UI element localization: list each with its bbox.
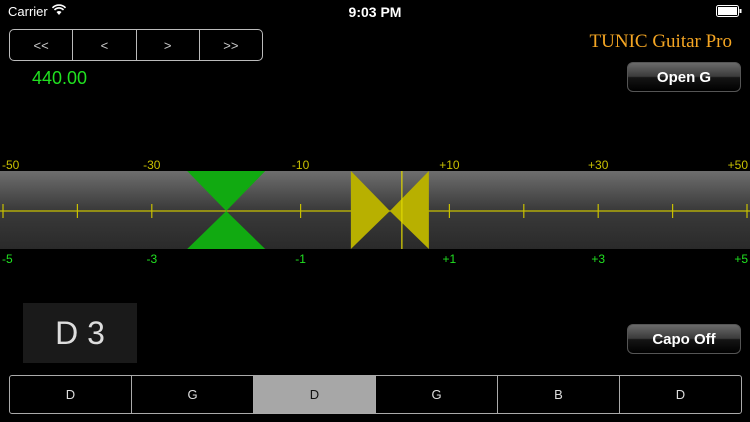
meter-bottom-label: +1 — [443, 252, 457, 266]
meter-top-label: +30 — [588, 158, 609, 172]
meter-bottom-label: +3 — [591, 252, 605, 266]
battery-icon — [716, 5, 742, 17]
detected-note: D 3 — [23, 303, 137, 363]
meter-top-label: +50 — [728, 158, 749, 172]
tuning-button[interactable]: Open G — [627, 62, 741, 92]
string-tab-6[interactable]: D — [620, 376, 741, 413]
clock: 9:03 PM — [348, 4, 402, 20]
meter-bottom-label: -3 — [146, 252, 157, 266]
note-navigation: << < > >> — [9, 29, 263, 61]
capo-button[interactable]: Capo Off — [627, 324, 741, 354]
meter-bottom-label: -1 — [295, 252, 306, 266]
meter-top-label: -10 — [292, 158, 310, 172]
meter-top-label: +10 — [439, 158, 460, 172]
previous-button[interactable]: < — [73, 30, 137, 60]
status-bar: Carrier 9:03 PM — [0, 0, 750, 24]
last-button[interactable]: >> — [200, 30, 262, 60]
meter-top-label: -50 — [2, 158, 20, 172]
meter-bottom-label: -5 — [2, 252, 13, 266]
string-selector: D G D G B D — [9, 375, 742, 414]
meter-bottom-label: +5 — [734, 252, 748, 266]
meter-top-label: -30 — [143, 158, 161, 172]
reference-frequency[interactable]: 440.00 — [32, 68, 87, 89]
tuning-meter: -50 -30 -10 +10 +30 +50 -5 -3 -1 +1 +3 +5 — [0, 158, 750, 266]
string-tab-3[interactable]: D — [254, 376, 376, 413]
string-tab-4[interactable]: G — [376, 376, 498, 413]
string-tab-5[interactable]: B — [498, 376, 620, 413]
next-button[interactable]: > — [137, 30, 200, 60]
string-tab-1[interactable]: D — [10, 376, 132, 413]
app-title: TUNIC Guitar Pro — [589, 31, 732, 52]
first-button[interactable]: << — [10, 30, 74, 60]
string-tab-2[interactable]: G — [132, 376, 254, 413]
